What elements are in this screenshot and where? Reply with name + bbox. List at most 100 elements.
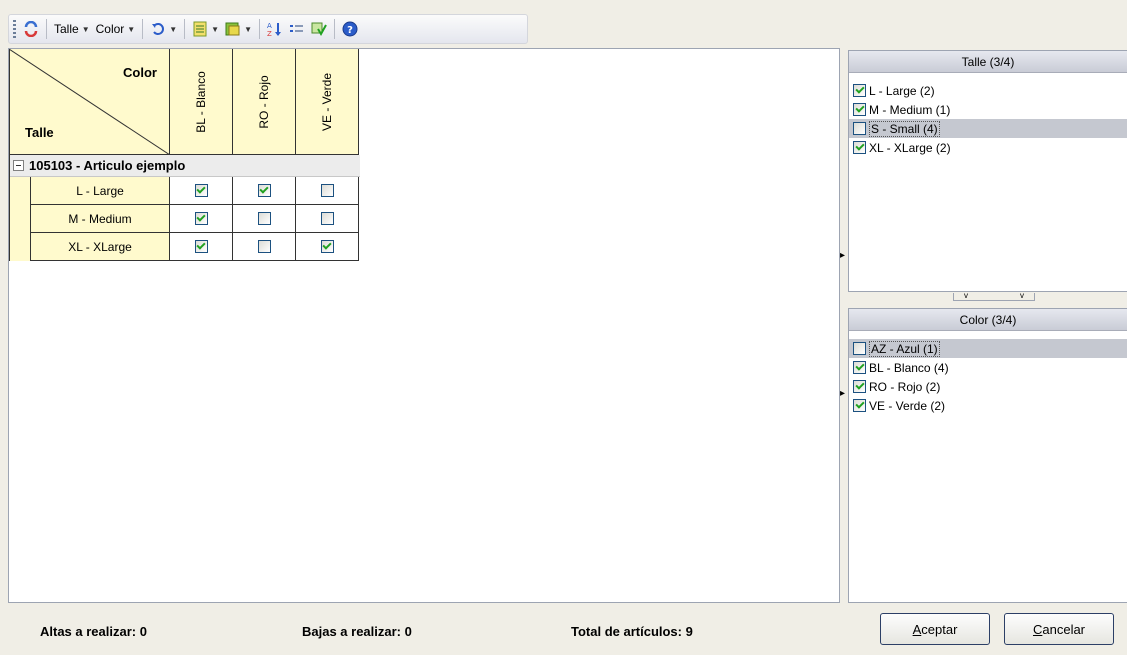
collapse-icon[interactable] [13, 160, 24, 171]
chevron-down-icon: ▼ [169, 24, 178, 34]
color-checkbox[interactable] [853, 361, 866, 374]
matrix-cell[interactable] [296, 233, 359, 261]
matrix-cell[interactable] [233, 177, 296, 205]
svg-text:?: ? [347, 25, 353, 36]
list-view-button[interactable]: ▼ [189, 18, 222, 40]
cell-checkbox[interactable] [320, 184, 334, 197]
color-filter-panel: Color (3/4) AZ - Azul (1) BL - Blanco (4… [848, 308, 1127, 603]
row-header-label: L - Large [76, 183, 124, 198]
talle-list-item[interactable]: XL - XLarge (2) [849, 138, 1127, 157]
talle-checkbox[interactable] [853, 141, 866, 154]
column-header-label: VE - Verde [320, 72, 334, 131]
bajas-status: Bajas a realizar: 0 [302, 624, 412, 639]
export-button[interactable]: ▼ [222, 18, 255, 40]
color-checkbox[interactable] [853, 399, 866, 412]
row-header-xlarge[interactable]: XL - XLarge [31, 233, 170, 261]
refresh-button[interactable] [20, 18, 42, 40]
toolbar-grip[interactable] [13, 20, 16, 38]
matrix-cell[interactable] [296, 177, 359, 205]
help-button[interactable]: ? [339, 18, 361, 40]
expand-arrow-icon[interactable]: ▸ [840, 388, 845, 399]
matrix-cell[interactable] [233, 233, 296, 261]
chevron-down-icon: ▼ [211, 24, 220, 34]
column-header-blanco[interactable]: BL - Blanco [170, 49, 233, 155]
group-row[interactable]: 105103 - Articulo ejemplo [9, 155, 360, 177]
matrix-cell[interactable] [296, 205, 359, 233]
color-item-label: RO - Rojo (2) [869, 379, 941, 394]
cancel-label: ancelar [1042, 621, 1086, 637]
talle-list-item[interactable]: L - Large (2) [849, 81, 1127, 100]
undo-button[interactable]: ▼ [147, 18, 180, 40]
panel-splitter[interactable]: v v [848, 292, 1127, 306]
cancel-button[interactable]: Cancelar [1004, 613, 1114, 645]
matrix-cell[interactable] [233, 205, 296, 233]
chevron-down-icon: ▼ [81, 24, 90, 34]
column-header-label: RO - Rojo [257, 74, 271, 129]
toolbar-separator [46, 19, 47, 39]
color-list-item[interactable]: BL - Blanco (4) [849, 358, 1127, 377]
group-label: 105103 - Articulo ejemplo [29, 158, 186, 173]
row-indent [9, 177, 31, 261]
total-articles-status: Total de artículos: 9 [571, 624, 693, 639]
splitter-handle[interactable]: v v [953, 291, 1035, 301]
color-list-item[interactable]: VE - Verde (2) [849, 396, 1127, 415]
sort-icon: A Z [267, 22, 281, 37]
column-header-verde[interactable]: VE - Verde [296, 49, 359, 155]
color-item-label: AZ - Azul (1) [869, 340, 940, 357]
cell-checkbox[interactable] [194, 184, 208, 197]
cell-checkbox[interactable] [257, 184, 271, 197]
talle-panel-title: Talle (3/4) [961, 54, 1015, 69]
toolbar-separator [258, 19, 260, 39]
talle-dropdown[interactable]: Talle ▼ [51, 18, 93, 40]
expand-arrow-icon[interactable]: ▸ [840, 250, 845, 261]
talle-checkbox[interactable] [853, 103, 866, 116]
list-view-icon [193, 21, 207, 37]
accept-mnemonic: A [912, 621, 922, 637]
color-dropdown-label: Color [95, 22, 125, 36]
accept-label: ceptar [921, 621, 958, 637]
color-checkbox[interactable] [853, 380, 866, 393]
color-dropdown[interactable]: Color ▼ [93, 18, 139, 40]
column-header-rojo[interactable]: RO - Rojo [233, 49, 296, 155]
talle-checkbox[interactable] [853, 84, 866, 97]
altas-status: Altas a realizar: 0 [40, 624, 147, 639]
talle-list-item[interactable]: M - Medium (1) [849, 100, 1127, 119]
cell-checkbox[interactable] [257, 212, 271, 225]
help-icon: ? [342, 21, 358, 37]
cell-checkbox[interactable] [320, 240, 334, 253]
filter-button[interactable] [308, 18, 330, 40]
color-panel-header: Color (3/4) [849, 309, 1127, 331]
details-icon [289, 25, 303, 32]
column-header-label: BL - Blanco [194, 70, 208, 133]
accept-button[interactable]: Aceptar [880, 613, 990, 645]
talle-checkbox[interactable] [853, 122, 866, 135]
corner-talle-label: Talle [25, 125, 54, 140]
cell-checkbox[interactable] [194, 212, 208, 225]
matrix-cell[interactable] [170, 233, 233, 261]
cell-checkbox[interactable] [194, 240, 208, 253]
chevron-down-icon: v [1020, 291, 1024, 300]
matrix-cell[interactable] [170, 177, 233, 205]
color-checkbox[interactable] [853, 342, 866, 355]
color-list: AZ - Azul (1) BL - Blanco (4) RO - Rojo … [849, 331, 1127, 415]
talle-list-item[interactable]: S - Small (4) [849, 119, 1127, 138]
corner-color-label: Color [123, 65, 157, 80]
color-list-item[interactable]: RO - Rojo (2) [849, 377, 1127, 396]
color-list-item[interactable]: AZ - Azul (1) [849, 339, 1127, 358]
cell-checkbox[interactable] [320, 212, 334, 225]
row-header-large[interactable]: L - Large [31, 177, 170, 205]
sort-button[interactable]: A Z [264, 18, 286, 40]
talle-dropdown-label: Talle [54, 22, 79, 36]
grid-panel: Color Talle BL - Blanco RO - Rojo VE - V… [8, 48, 840, 603]
matrix-cell[interactable] [170, 205, 233, 233]
toolbar-separator [142, 19, 144, 39]
toolbar-separator [184, 19, 186, 39]
chevron-down-icon: ▼ [127, 24, 136, 34]
row-header-medium[interactable]: M - Medium [31, 205, 170, 233]
talle-list: L - Large (2) M - Medium (1) S - Small (… [849, 73, 1127, 157]
color-item-label: BL - Blanco (4) [869, 360, 949, 375]
details-button[interactable] [286, 18, 308, 40]
svg-text:Z: Z [267, 30, 272, 37]
talle-item-label: M - Medium (1) [869, 102, 951, 117]
cell-checkbox[interactable] [257, 240, 271, 253]
